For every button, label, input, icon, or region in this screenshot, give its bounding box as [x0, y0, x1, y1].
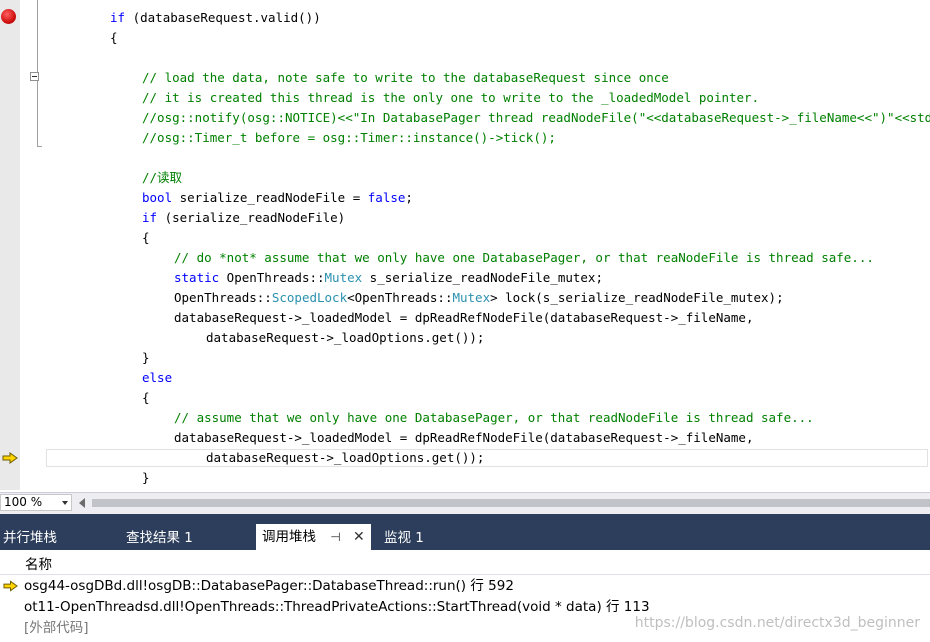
code-token: // load the data, note safe to write to … — [142, 70, 669, 85]
code-line[interactable]: } — [142, 348, 150, 368]
code-token: databaseRequest->_loadedModel = dpReadRe… — [174, 430, 754, 445]
zoom-select[interactable]: 100 % — [0, 494, 72, 511]
tab-label: 调用堆栈 — [262, 529, 316, 545]
outlining-margin — [30, 0, 44, 490]
chevron-down-icon[interactable] — [62, 501, 68, 505]
stack-frame-text: [外部代码] — [24, 620, 89, 636]
code-token: bool — [142, 190, 173, 205]
code-token: (serialize_readNodeFile) — [157, 210, 346, 225]
code-token: s_serialize_readNodeFile_mutex; — [362, 270, 603, 285]
close-icon[interactable]: ✕ — [353, 524, 365, 550]
code-line[interactable]: static OpenThreads::Mutex s_serialize_re… — [174, 268, 603, 288]
code-token: databaseRequest->_loadOptions.get()); — [206, 330, 485, 345]
code-token: { — [110, 30, 118, 45]
code-token: serialize_readNodeFile = — [172, 190, 368, 205]
code-token: OpenThreads:: — [174, 290, 272, 305]
watermark: https://blog.csdn.net/directx3d_beginner — [634, 615, 920, 631]
pin-icon[interactable]: ⊣ — [330, 524, 340, 550]
code-token: Mutex — [452, 290, 491, 305]
code-line[interactable]: databaseRequest->_loadOptions.get()); — [206, 448, 484, 468]
code-token: // it is created this thread is the only… — [142, 90, 760, 105]
code-token: (databaseRequest.valid()) — [125, 10, 321, 25]
code-line[interactable]: if (databaseRequest.valid()) — [110, 8, 321, 28]
code-token: databaseRequest->_loadOptions.get()); — [206, 450, 485, 465]
editor-status-strip: 100 % — [0, 492, 930, 514]
code-line[interactable]: { — [142, 228, 150, 248]
code-line[interactable]: // it is created this thread is the only… — [142, 88, 759, 108]
code-editor[interactable]: if (databaseRequest.valid()) { // load the… — [0, 0, 930, 490]
code-line[interactable]: { — [142, 388, 150, 408]
collapse-icon[interactable] — [30, 72, 39, 81]
code-line[interactable]: OpenThreads::ScopedLock<OpenThreads::Mut… — [174, 288, 784, 308]
code-token: { — [142, 390, 150, 405]
breakpoint-icon[interactable] — [1, 9, 16, 24]
code-token: databaseRequest->_loadedModel = dpReadRe… — [174, 310, 754, 325]
code-token: if — [110, 10, 126, 25]
code-line[interactable]: //osg::notify(osg::NOTICE)<<"In Database… — [142, 108, 930, 128]
code-line[interactable]: //osg::Timer_t before = osg::Timer::inst… — [142, 128, 556, 148]
code-token: if — [142, 210, 158, 225]
code-line[interactable]: else — [142, 368, 172, 388]
tab-label: 并行堆栈 — [3, 530, 57, 546]
code-line[interactable]: bool serialize_readNodeFile = false; — [142, 188, 413, 208]
code-line[interactable]: // assume that we only have one Database… — [174, 408, 814, 428]
code-token: Mutex — [324, 270, 363, 285]
current-statement-arrow-icon — [2, 452, 18, 464]
scroll-left-icon[interactable] — [79, 498, 85, 508]
code-token: // assume that we only have one Database… — [174, 410, 814, 425]
code-token: //osg::notify(osg::NOTICE)<<"In Database… — [142, 110, 930, 125]
code-token: //读取 — [142, 170, 183, 185]
stack-frame-text: osg44-osgDBd.dll!osgDB::DatabasePager::D… — [24, 578, 514, 594]
tab-label: 查找结果 1 — [126, 530, 193, 546]
column-header-name[interactable]: 名称 — [0, 550, 930, 575]
code-token: > lock(s_serialize_readNodeFile_mutex); — [490, 290, 784, 305]
code-line[interactable]: databaseRequest->_loadOptions.get()); — [206, 328, 484, 348]
code-token: } — [142, 470, 150, 485]
current-frame-arrow-icon — [3, 580, 18, 592]
tab-call-stack[interactable]: 调用堆栈 ⊣ ✕ — [256, 524, 371, 550]
tab-find-results[interactable]: 查找结果 1 — [126, 526, 193, 550]
code-token: <OpenThreads:: — [347, 290, 453, 305]
indicator-margin[interactable] — [0, 0, 20, 490]
outline-line — [37, 81, 38, 147]
stack-frame-text: ot11-OpenThreadsd.dll!OpenThreads::Threa… — [24, 599, 650, 615]
code-token: else — [142, 370, 173, 385]
tab-parallel-stacks[interactable]: 并行堆栈 — [3, 526, 57, 550]
code-token: OpenThreads:: — [219, 270, 325, 285]
code-line[interactable]: // do *not* assume that we only have one… — [174, 248, 874, 268]
code-token: static — [174, 270, 220, 285]
code-line[interactable]: { — [110, 28, 118, 48]
code-token: ScopedLock — [271, 290, 348, 305]
outline-line-end — [37, 146, 42, 147]
stack-frame-row[interactable]: osg44-osgDBd.dll!osgDB::DatabasePager::D… — [0, 576, 930, 597]
tab-label: 监视 1 — [384, 530, 424, 546]
code-line[interactable]: if (serialize_readNodeFile) — [142, 208, 345, 228]
code-token: ; — [405, 190, 413, 205]
horizontal-scrollbar[interactable] — [92, 499, 930, 507]
tool-window-tabbar: 并行堆栈 查找结果 1 调用堆栈 ⊣ ✕ 监视 1 — [0, 514, 930, 550]
code-token: { — [142, 230, 150, 245]
zoom-value: 100 % — [4, 495, 43, 509]
code-token: } — [142, 350, 150, 365]
outline-line — [37, 0, 38, 72]
code-token: // do *not* assume that we only have one… — [174, 250, 874, 265]
code-token: //osg::Timer_t before = osg::Timer::inst… — [142, 130, 556, 145]
code-line[interactable]: } — [142, 468, 150, 488]
code-line[interactable]: // load the data, note safe to write to … — [142, 68, 669, 88]
code-line[interactable]: //读取 — [142, 168, 182, 188]
column-header-label: 名称 — [25, 557, 52, 573]
code-line[interactable]: databaseRequest->_loadedModel = dpReadRe… — [174, 428, 753, 448]
code-area[interactable]: if (databaseRequest.valid()) { // load the… — [46, 0, 930, 490]
code-line[interactable]: databaseRequest->_loadedModel = dpReadRe… — [174, 308, 753, 328]
tab-watch[interactable]: 监视 1 — [384, 526, 424, 550]
code-token: false — [367, 190, 406, 205]
current-line-highlight — [46, 449, 928, 467]
